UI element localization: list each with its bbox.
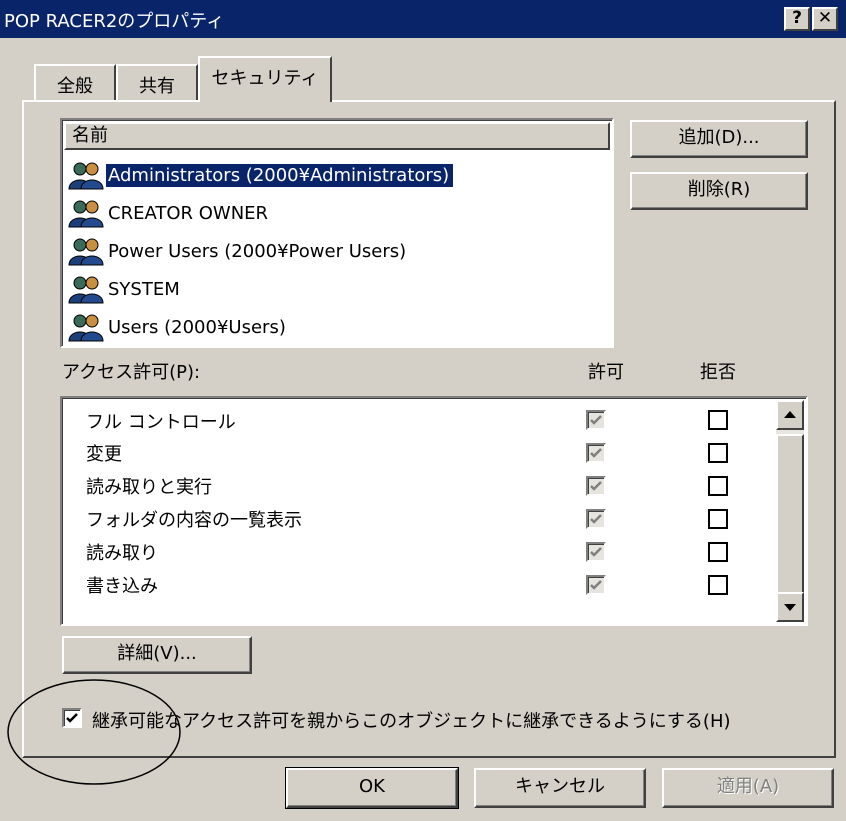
allow-header: 許可: [588, 362, 624, 383]
list-item[interactable]: SYSTEM: [66, 271, 611, 307]
user-group-icon: [68, 238, 104, 266]
list-item[interactable]: Administrators (2000¥Administrators): [66, 157, 611, 193]
permission-label: フォルダの内容の一覧表示: [86, 510, 302, 531]
help-button[interactable]: ?: [784, 7, 810, 31]
user-label: Users (2000¥Users): [108, 316, 286, 338]
permission-label: フル コントロール: [86, 412, 236, 433]
scroll-up-button[interactable]: [776, 400, 804, 430]
check-icon: [590, 415, 602, 425]
ok-button[interactable]: OK: [285, 767, 459, 809]
list-item[interactable]: Users (2000¥Users): [66, 309, 611, 345]
user-label: Administrators (2000¥Administrators): [106, 163, 454, 187]
allow-checkbox[interactable]: [586, 542, 606, 562]
user-label: Power Users (2000¥Power Users): [108, 240, 407, 262]
cancel-button[interactable]: キャンセル: [474, 768, 646, 808]
check-icon: [590, 514, 602, 524]
arrow-up-icon: [784, 411, 796, 418]
user-group-icon: [68, 200, 104, 228]
check-icon: [590, 448, 602, 458]
apply-button[interactable]: 適用(A): [662, 768, 834, 808]
annotation-circle: [7, 679, 181, 785]
allow-checkbox[interactable]: [586, 476, 606, 496]
check-icon: [590, 481, 602, 491]
deny-checkbox[interactable]: [708, 542, 728, 562]
user-label: CREATOR OWNER: [108, 202, 269, 224]
deny-checkbox[interactable]: [708, 476, 728, 496]
remove-button[interactable]: 削除(R): [630, 172, 808, 210]
deny-checkbox[interactable]: [708, 443, 728, 463]
allow-checkbox[interactable]: [586, 509, 606, 529]
allow-checkbox[interactable]: [586, 575, 606, 595]
user-group-icon: [68, 314, 104, 342]
tab-general[interactable]: 全般: [34, 64, 116, 100]
arrow-down-icon: [784, 604, 796, 611]
user-group-icon: [68, 162, 104, 190]
user-list-header[interactable]: 名前: [64, 122, 610, 150]
check-icon: [590, 547, 602, 557]
permission-label: 読み取りと実行: [86, 477, 212, 498]
scrollbar-thumb[interactable]: [776, 434, 804, 594]
user-label: SYSTEM: [108, 278, 180, 300]
list-item[interactable]: CREATOR OWNER: [66, 195, 611, 231]
deny-checkbox[interactable]: [708, 575, 728, 595]
allow-checkbox[interactable]: [586, 443, 606, 463]
deny-checkbox[interactable]: [708, 509, 728, 529]
scroll-down-button[interactable]: [776, 592, 804, 622]
permission-label: 読み取り: [86, 543, 158, 564]
close-icon: ✕: [817, 8, 833, 28]
permission-label: 変更: [86, 444, 122, 465]
close-button[interactable]: ✕: [812, 7, 838, 31]
add-button[interactable]: 追加(D)...: [630, 120, 808, 158]
permission-label: 書き込み: [86, 576, 158, 597]
permissions-label: アクセス許可(P):: [62, 362, 201, 383]
tab-security[interactable]: セキュリティ: [198, 56, 332, 102]
check-icon: [590, 580, 602, 590]
user-group-icon: [68, 276, 104, 304]
list-item[interactable]: Power Users (2000¥Power Users): [66, 233, 611, 269]
deny-header: 拒否: [700, 362, 736, 383]
tab-sharing[interactable]: 共有: [116, 64, 198, 100]
advanced-button[interactable]: 詳細(V)...: [62, 636, 252, 674]
allow-checkbox[interactable]: [586, 410, 606, 430]
window-title: POP RACER2のプロパティ: [4, 11, 225, 32]
deny-checkbox[interactable]: [708, 410, 728, 430]
